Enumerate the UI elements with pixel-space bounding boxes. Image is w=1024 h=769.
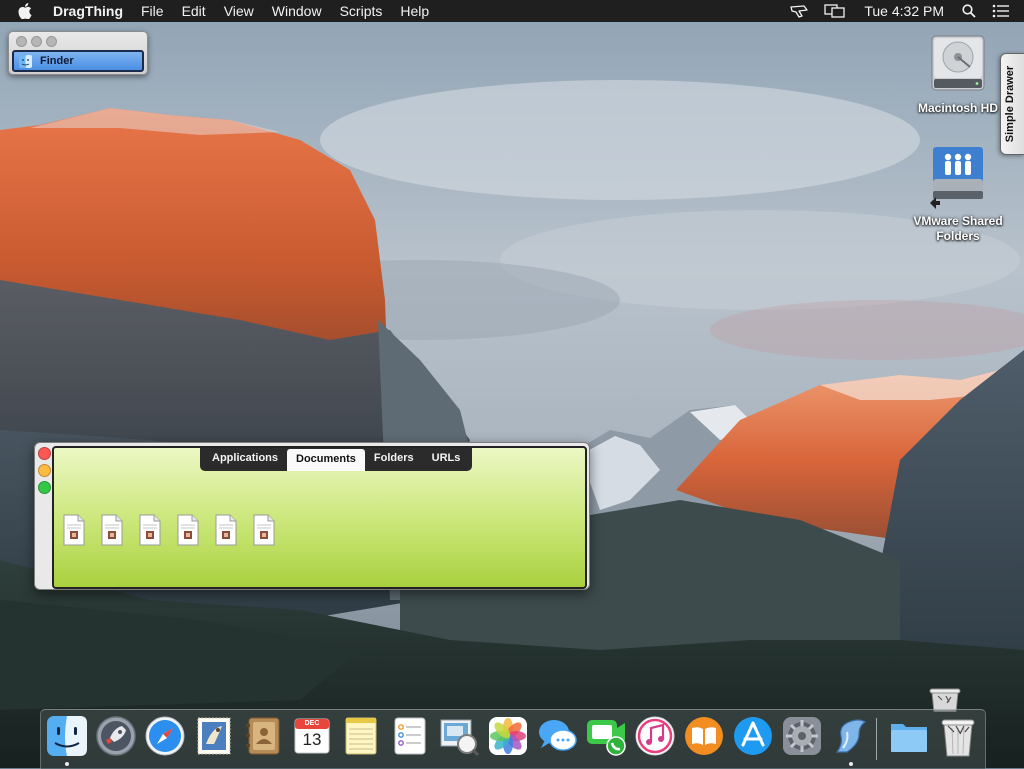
finder-launcher-window: Finder [8,31,148,75]
document-icon[interactable] [214,514,238,546]
rocket-icon [96,716,136,756]
dock-launchpad[interactable] [94,714,138,758]
video-camera-icon [587,720,626,756]
dragthing-tab-bar: Applications Documents Folders URLs [200,448,473,471]
dock-photos[interactable] [486,714,530,758]
desktop-icon-macintosh-hd[interactable]: Macintosh HD [908,30,1008,116]
menu-window[interactable]: Window [263,0,331,22]
close-button[interactable] [16,36,27,47]
menu-scripts[interactable]: Scripts [331,0,392,22]
dragthing-icon [835,719,867,753]
menu-edit[interactable]: Edit [173,0,215,22]
notepad-icon [345,717,377,755]
dock-app-store[interactable] [731,714,775,758]
dock-calendar[interactable]: DEC 13 [290,714,334,758]
apple-menu-icon[interactable] [0,3,44,19]
desktop-icon-vmware-shared-folders[interactable]: VMware Shared Folders [908,143,1008,244]
finder-label: Finder [40,55,74,67]
compass-icon [145,716,185,756]
shared-drive-icon [930,147,983,209]
running-indicator [849,762,853,766]
preview-icon [440,719,480,757]
menu-file[interactable]: File [132,0,173,22]
dock-dragthing[interactable] [829,714,873,758]
dock-safari[interactable] [143,714,187,758]
desktop-wallpaper [0,0,1024,768]
minimize-button[interactable] [38,464,51,477]
tab-documents[interactable]: Documents [287,449,365,471]
dock: DEC 13 [40,709,986,769]
calendar-month: DEC [304,720,320,727]
menu-clock[interactable]: Tue 4:32 PM [854,3,954,19]
music-note-icon [635,716,675,756]
document-icon[interactable] [100,514,124,546]
dock-itunes[interactable] [633,714,677,758]
notification-center-icon[interactable] [984,0,1024,22]
stamp-icon [197,717,231,755]
minimize-button[interactable] [31,36,42,47]
tab-urls[interactable]: URLs [423,448,470,471]
dock-reminders[interactable] [388,714,432,758]
dock-facetime[interactable] [584,714,628,758]
menu-help[interactable]: Help [391,0,438,22]
checklist-icon [394,717,426,755]
document-list [62,514,276,546]
window-controls [38,447,51,494]
document-icon[interactable] [252,514,276,546]
close-button[interactable] [38,447,51,460]
menu-bar: DragThing File Edit View Window Scripts … [0,0,1024,22]
display-mirroring-icon[interactable] [816,0,854,22]
spotlight-search-icon[interactable] [954,0,984,22]
finder-face-icon [47,716,87,756]
trash-icon [941,719,975,757]
document-icon[interactable] [62,514,86,546]
desktop-icon-label: Macintosh HD [917,101,998,115]
chat-bubble-icon [539,720,577,751]
dock-trash[interactable] [936,714,980,758]
calendar-day: 13 [302,730,322,749]
finder-launcher-item[interactable]: Finder [12,50,144,72]
document-icon[interactable] [138,514,162,546]
tab-applications[interactable]: Applications [203,448,287,471]
tab-folders[interactable]: Folders [365,448,423,471]
flower-icon [489,717,527,755]
dock-ibooks[interactable] [682,714,726,758]
zoom-button[interactable] [38,481,51,494]
simple-drawer-tab[interactable]: Simple Drawer [1000,53,1024,155]
dock-finder[interactable] [45,714,89,758]
running-indicator [65,762,69,766]
dock-contacts[interactable] [241,714,285,758]
app-store-icon [734,717,772,755]
dock-preview[interactable] [437,714,481,758]
finder-icon [19,54,32,68]
dock-system-preferences[interactable] [780,714,824,758]
dock-downloads-stack[interactable] [887,714,931,758]
menu-app-name[interactable]: DragThing [44,0,132,22]
dock-notes[interactable] [339,714,383,758]
folder-icon [891,724,927,752]
hard-drive-icon [931,35,985,91]
dock-messages[interactable] [535,714,579,758]
dock-mail[interactable] [192,714,236,758]
gear-icon [783,717,821,755]
dragthing-dock-window: Applications Documents Folders URLs [34,442,590,590]
window-controls [16,36,57,47]
menu-view[interactable]: View [215,0,263,22]
zoom-button[interactable] [46,36,57,47]
dragthing-content-pane: Applications Documents Folders URLs [52,446,587,589]
dock-separator [876,718,877,760]
document-icon[interactable] [176,514,200,546]
address-book-icon [246,717,280,755]
open-book-icon [685,717,723,755]
desktop-icon-label: VMware Shared Folders [913,214,1003,243]
drawer-label: Simple Drawer [1004,65,1016,143]
dragthing-status-icon[interactable] [782,0,816,22]
